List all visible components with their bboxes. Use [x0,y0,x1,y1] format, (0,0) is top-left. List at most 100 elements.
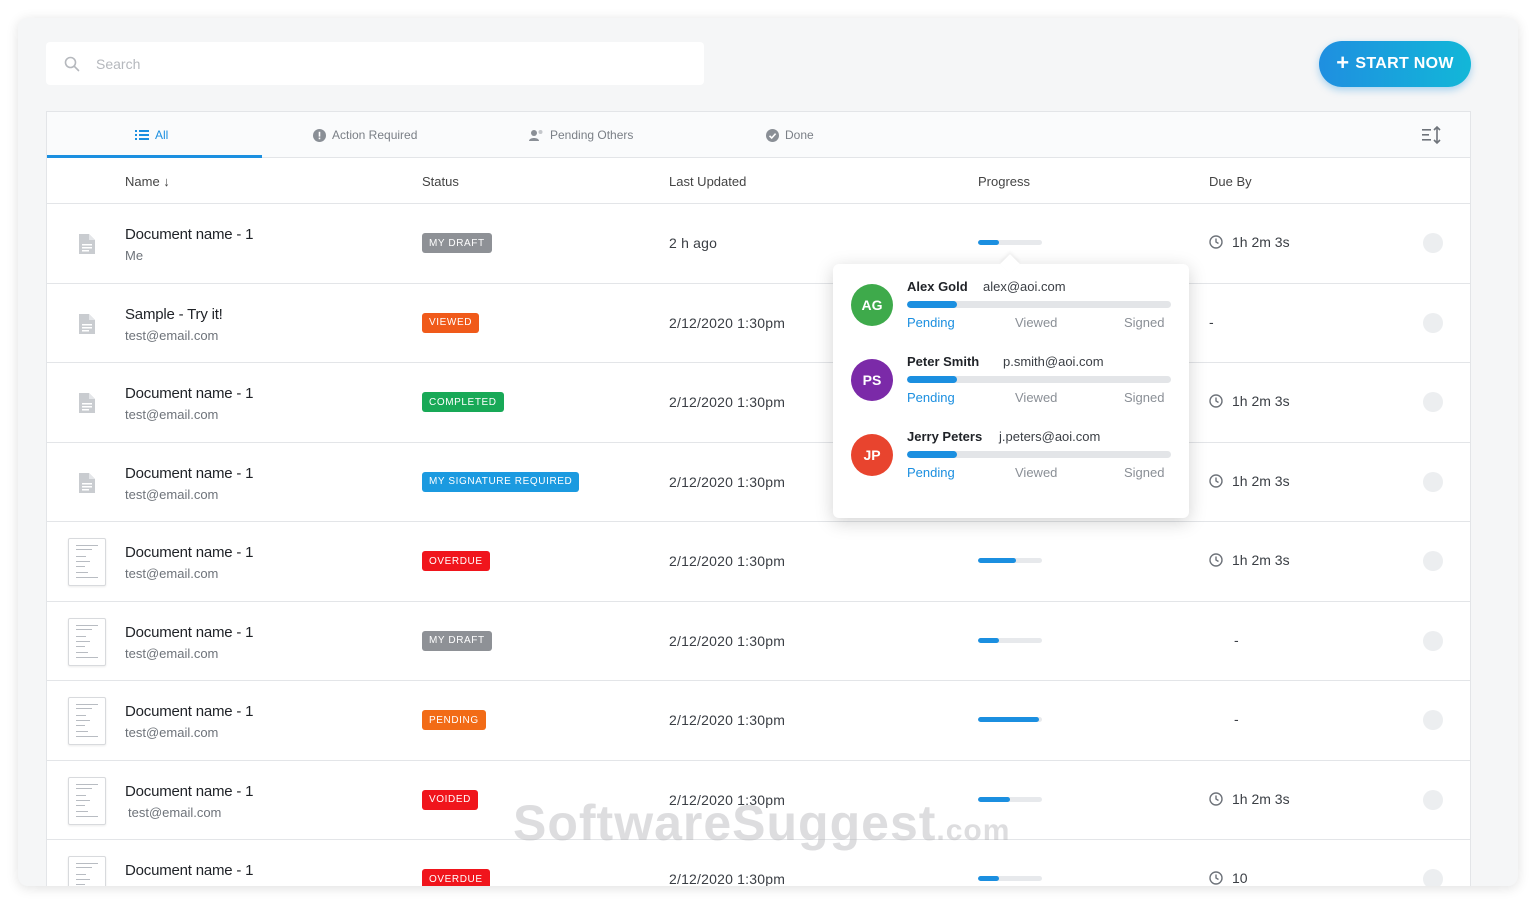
column-name[interactable]: Name ↓ [125,174,170,189]
step-pending: Pending [907,315,955,330]
document-thumbnail [68,538,106,586]
more-options-icon[interactable] [1423,312,1443,333]
document-icon [79,472,95,493]
signer-item: PS Peter Smith p.smith@aoi.com Pending V… [833,339,1189,414]
table-row[interactable]: Document name - 1 test@email.com MY SIGN… [47,443,1470,522]
step-viewed: Viewed [1015,390,1058,405]
step-signed: Signed [1124,465,1165,480]
clock-icon [1209,235,1223,249]
tab-done[interactable]: Done [766,112,814,158]
search-input[interactable] [96,55,656,72]
table-row[interactable]: Sample - Try it! test@email.com VIEWED 2… [47,284,1470,363]
signer-email: j.peters@aoi.com [999,429,1101,444]
column-status: Status [422,174,459,189]
table-row[interactable]: Document name - 1 test@email.com PENDING… [47,681,1470,761]
document-title[interactable]: Document name - 1 [125,624,254,641]
table-row[interactable]: Document name - 1 Me MY DRAFT 2 h ago 1h… [47,204,1470,284]
list-icon [135,130,149,140]
last-updated: 2/12/2020 1:30pm [669,473,786,490]
step-pending: Pending [907,390,955,405]
step-pending: Pending [907,465,955,480]
last-updated: 2/12/2020 1:30pm [669,632,786,649]
more-options-icon[interactable] [1423,471,1443,492]
column-progress: Progress [978,174,1031,189]
column-last-updated: Last Updated [669,174,747,189]
more-options-icon[interactable] [1423,233,1443,253]
document-thumbnail [68,856,106,886]
progress-bar[interactable] [978,876,1042,881]
documents-panel: All Action Required Pending Others Done … [46,111,1471,886]
document-title[interactable]: Document name - 1 [125,226,254,243]
document-title[interactable]: Document name - 1 [125,544,254,561]
document-title[interactable]: Document name - 1 [125,783,254,800]
progress-bar[interactable] [978,240,1042,245]
watermark: SoftwareSuggest.com [513,795,1011,851]
more-options-icon[interactable] [1423,869,1443,886]
due-by: 10 [1209,870,1248,886]
sort-icon[interactable] [1422,125,1444,145]
app-window: + START NOW All Action Required Pending … [18,18,1518,886]
document-title[interactable]: Document name - 1 [125,385,254,402]
status-badge: OVERDUE [422,869,490,886]
more-options-icon[interactable] [1423,630,1443,651]
signer-name: Peter Smith [907,354,980,369]
progress-fill [978,240,1000,245]
due-by: - [1234,711,1239,727]
progress-fill [978,637,1000,643]
tab-action-required-label: Action Required [332,128,418,142]
step-signed: Signed [1124,390,1165,405]
avatar: JP [851,434,893,476]
due-by: 1h 2m 3s [1209,791,1290,807]
more-options-icon[interactable] [1423,789,1443,810]
table-row[interactable]: Document name - 1 test@email.com MY DRAF… [47,602,1470,681]
document-thumbnail [68,776,106,825]
document-title[interactable]: Sample - Try it! [125,306,223,323]
due-by: 1h 2m 3s [1209,552,1290,568]
progress-bar[interactable] [978,637,1042,643]
search-bar[interactable] [46,42,704,85]
start-now-label: START NOW [1355,55,1454,72]
progress-fill [978,717,1039,722]
document-owner: test@email.com [125,725,219,740]
document-owner: Me [125,248,144,263]
progress-fill [978,876,1000,881]
tab-action-required[interactable]: Action Required [313,112,417,158]
avatar: PS [851,359,893,401]
due-by: 1h 2m 3s [1209,473,1290,489]
clock-icon [1209,871,1223,885]
status-badge: COMPLETED [422,392,504,412]
progress-bar[interactable] [978,717,1042,722]
document-icon [79,313,95,334]
last-updated: 2 h ago [669,235,718,251]
more-options-icon[interactable] [1423,551,1443,571]
document-title[interactable]: Document name - 1 [125,465,254,482]
document-title[interactable]: Document name - 1 [125,703,254,720]
more-options-icon[interactable] [1423,392,1443,412]
signer-progress-fill [907,451,958,458]
document-owner: test@email.com [125,566,219,581]
signer-name: Jerry Peters [907,429,983,444]
column-due-by: Due By [1209,174,1252,189]
last-updated: 2/12/2020 1:30pm [669,712,786,728]
progress-bar[interactable] [978,558,1042,563]
status-badge: PENDING [422,710,486,730]
table-row[interactable]: Document name - 1 test@email.com COMPLET… [47,363,1470,443]
table-row[interactable]: Document name - 1 test@email.com OVERDUE… [47,522,1470,602]
document-thumbnail [68,697,106,745]
status-badge: MY SIGNATURE REQUIRED [422,471,580,492]
due-by: - [1209,313,1214,330]
progress-fill [978,558,1017,563]
document-icon [79,234,95,254]
tab-all[interactable]: All [135,112,168,158]
document-owner: test@email.com [125,486,219,502]
document-owner: test@email.com [128,804,222,820]
search-icon [64,56,80,71]
step-viewed: Viewed [1015,465,1058,480]
due-by: 1h 2m 3s [1209,234,1290,250]
avatar: AG [851,284,893,326]
document-title[interactable]: Document name - 1 [125,862,254,879]
more-options-icon[interactable] [1423,710,1443,730]
start-now-button[interactable]: + START NOW [1319,41,1471,87]
tab-pending-others[interactable]: Pending Others [529,112,633,158]
clock-icon [1209,553,1223,567]
